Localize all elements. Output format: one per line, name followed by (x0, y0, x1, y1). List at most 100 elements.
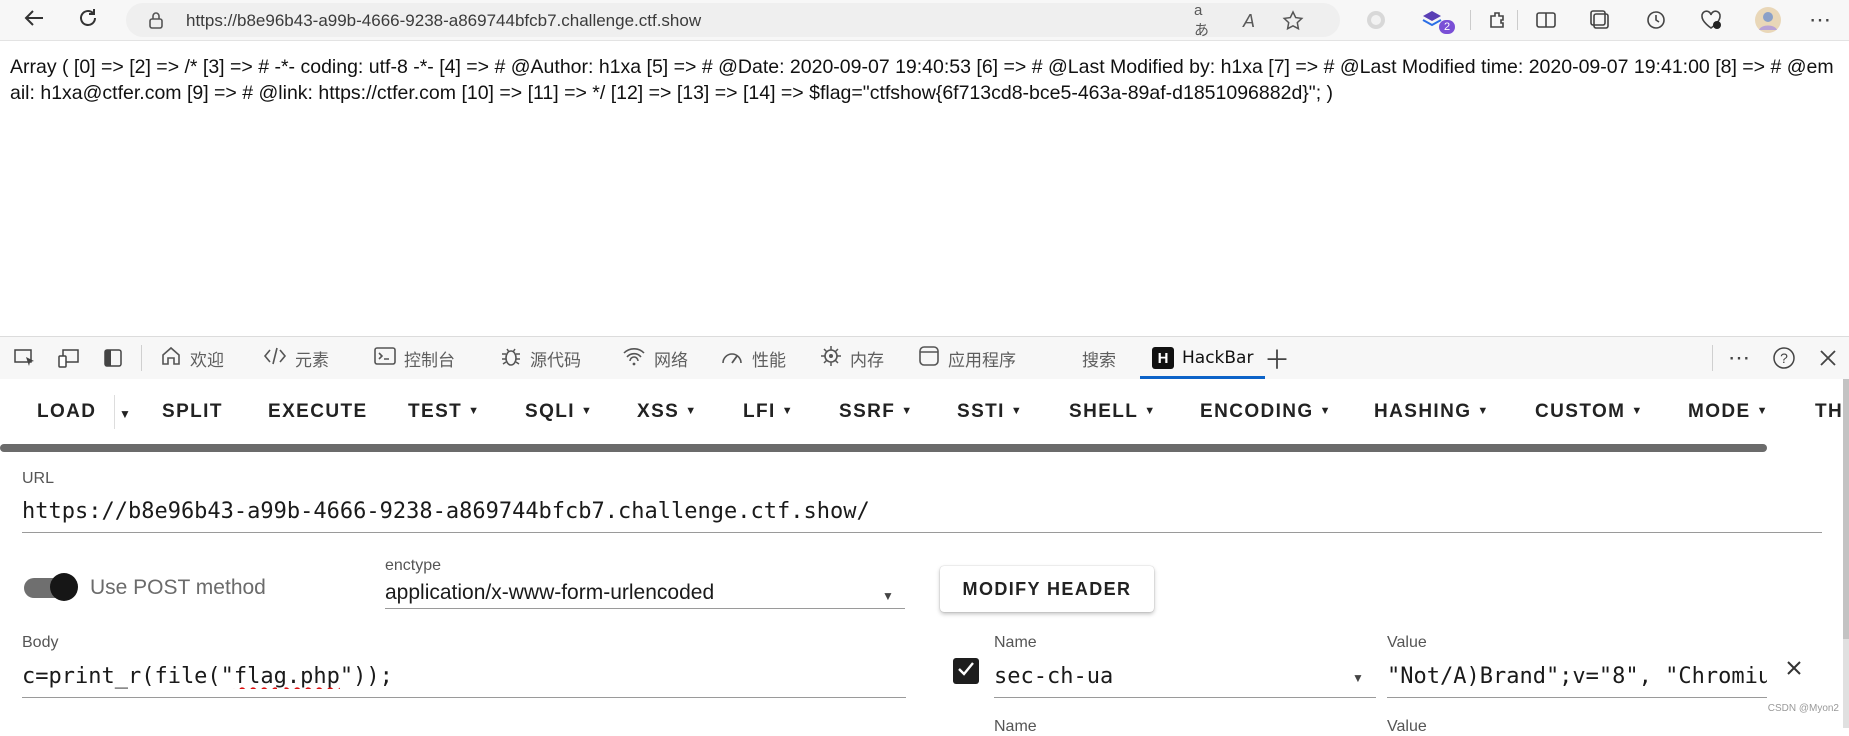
menu-label: SSRF (839, 401, 896, 422)
bug-icon (500, 345, 522, 372)
body-input[interactable]: c=print_r(file("flag.php")); (22, 664, 902, 689)
post-method-toggle-knob[interactable] (50, 573, 78, 601)
more-menu-icon[interactable]: ⋯ (1806, 6, 1834, 34)
app-icon (918, 345, 940, 372)
history-icon[interactable] (1642, 6, 1670, 34)
read-aloud-icon[interactable]: A (1238, 10, 1260, 32)
load-button[interactable]: LOAD (37, 401, 96, 423)
tab-elements[interactable]: 元素 (263, 337, 329, 379)
chip-icon (820, 345, 842, 372)
address-url[interactable]: https://b8e96b43-a99b-4666-9238-a869744b… (186, 11, 701, 31)
header-name-input[interactable]: sec-ch-ua (994, 664, 1324, 689)
hashing-menu[interactable]: HASHING ▼ (1374, 401, 1490, 423)
menu-label: CUSTOM (1535, 401, 1626, 422)
lfi-menu[interactable]: LFI ▼ (743, 401, 794, 423)
enctype-dropdown-icon[interactable]: ▼ (882, 589, 894, 603)
tab-performance[interactable]: 性能 (720, 337, 786, 379)
menu-label: HASHING (1374, 401, 1472, 422)
ssti-menu[interactable]: SSTI ▼ (957, 401, 1023, 423)
tab-sources[interactable]: 源代码 (500, 337, 581, 379)
split-button[interactable]: SPLIT (162, 401, 223, 423)
menu-label: ENCODING (1200, 401, 1314, 422)
tab-label: 控制台 (404, 350, 455, 371)
refresh-button[interactable] (72, 4, 104, 36)
tab-memory[interactable]: 内存 (820, 337, 884, 379)
encoding-menu[interactable]: ENCODING ▼ (1200, 401, 1332, 423)
ssrf-menu[interactable]: SSRF ▼ (839, 401, 914, 423)
theme-menu[interactable]: TH (1815, 401, 1843, 423)
caret-down-icon: ▼ (1144, 405, 1157, 417)
custom-menu[interactable]: CUSTOM ▼ (1535, 401, 1644, 423)
enctype-select[interactable]: application/x-www-form-urlencoded (385, 581, 714, 605)
test-menu[interactable]: TEST ▼ (408, 401, 480, 423)
tab-search[interactable]: 搜索 (1082, 337, 1116, 379)
header-name-underline (994, 697, 1376, 698)
url-label: URL (22, 470, 55, 487)
menu-label: LFI (743, 401, 776, 422)
split-screen-icon[interactable] (1532, 6, 1560, 34)
tab-console[interactable]: 控制台 (374, 337, 455, 379)
enctype-underline (385, 608, 905, 609)
post-method-label: Use POST method (90, 576, 266, 599)
mode-menu[interactable]: MODE ▼ (1688, 401, 1769, 423)
collections-icon[interactable] (1586, 6, 1614, 34)
back-button[interactable] (18, 4, 50, 36)
performance-heart-icon[interactable] (1697, 6, 1725, 34)
caret-down-icon: ▼ (1477, 405, 1490, 417)
load-dropdown-caret-icon[interactable]: ▼ (119, 407, 132, 421)
panel-scrollbar-thumb[interactable] (1843, 379, 1849, 639)
extensions-puzzle-icon[interactable] (1484, 6, 1512, 34)
header-enabled-checkbox[interactable] (953, 658, 979, 684)
menu-horizontal-scrollbar[interactable] (0, 444, 1767, 452)
inspect-element-icon[interactable] (12, 345, 38, 371)
caret-down-icon: ▼ (1756, 405, 1769, 417)
enctype-label: enctype (385, 557, 442, 574)
watermark: CSDN @Myon⁠2 (1767, 703, 1839, 714)
shell-menu[interactable]: SHELL ▼ (1069, 401, 1157, 423)
modify-header-button[interactable]: MODIFY HEADER (940, 566, 1154, 612)
extension-badge: 2 (1439, 20, 1455, 34)
devtools-tabbar: 欢迎 元素 控制台 源代码 网络 性能 内存 应用程序 搜索 H HackBar… (0, 336, 1849, 380)
dock-sidebar-icon[interactable] (100, 345, 126, 371)
caret-down-icon: ▼ (1010, 405, 1024, 417)
tab-welcome[interactable]: 欢迎 (160, 337, 224, 379)
close-devtools-icon[interactable] (1815, 345, 1841, 371)
check-icon (957, 661, 975, 682)
body-label: Body (22, 634, 59, 651)
toolbar-divider (1470, 10, 1471, 30)
tab-label: 网络 (654, 350, 688, 371)
devtools-more-icon[interactable]: ⋯ (1726, 345, 1752, 371)
favorite-star-icon[interactable] (1282, 10, 1304, 32)
tab-network[interactable]: 网络 (622, 337, 688, 379)
help-icon[interactable]: ? (1771, 345, 1797, 371)
sqli-menu[interactable]: SQLI ▼ (525, 401, 593, 423)
menu-divider (114, 395, 115, 429)
next-header-name-label: Name (994, 718, 1037, 735)
menu-label: SQLI (525, 401, 575, 422)
lock-icon[interactable] (148, 11, 164, 34)
caret-down-icon: ▼ (468, 405, 481, 417)
profile-avatar[interactable] (1754, 6, 1782, 34)
svg-text:?: ? (1780, 350, 1788, 366)
url-input[interactable]: https://b8e96b43-a99b-4666-9238-a869744b… (22, 499, 1822, 524)
header-value-underline (1387, 697, 1767, 698)
extension-circle-icon[interactable] (1362, 6, 1390, 34)
device-emulation-icon[interactable] (56, 345, 82, 371)
header-name-dropdown-icon[interactable]: ▼ (1352, 671, 1364, 685)
tab-application[interactable]: 应用程序 (918, 337, 1016, 379)
add-tab-plus-icon[interactable]: ＋ (1264, 345, 1290, 375)
hackbar-menu: LOAD ▼ SPLIT EXECUTE TEST ▼ SQLI ▼ XSS ▼ LF… (0, 379, 1849, 445)
header-value-input[interactable]: "Not/A)Brand";v="8", "Chromium" (1387, 664, 1767, 689)
caret-down-icon: ▼ (580, 405, 594, 417)
tab-label: 欢迎 (190, 350, 224, 371)
xss-menu[interactable]: XSS ▼ (637, 401, 698, 423)
body-text: ")); (339, 664, 393, 689)
execute-button[interactable]: EXECUTE (268, 401, 368, 423)
translate-icon[interactable]: aあ (1194, 2, 1216, 39)
tab-label: 应用程序 (948, 350, 1016, 371)
address-bar[interactable]: https://b8e96b43-a99b-4666-9238-a869744b… (126, 2, 1340, 39)
body-text: c=print_r(file(" (22, 664, 234, 689)
remove-header-icon[interactable] (1786, 660, 1802, 681)
tab-hackbar[interactable]: H HackBar (1140, 337, 1266, 379)
code-icon (263, 346, 287, 371)
